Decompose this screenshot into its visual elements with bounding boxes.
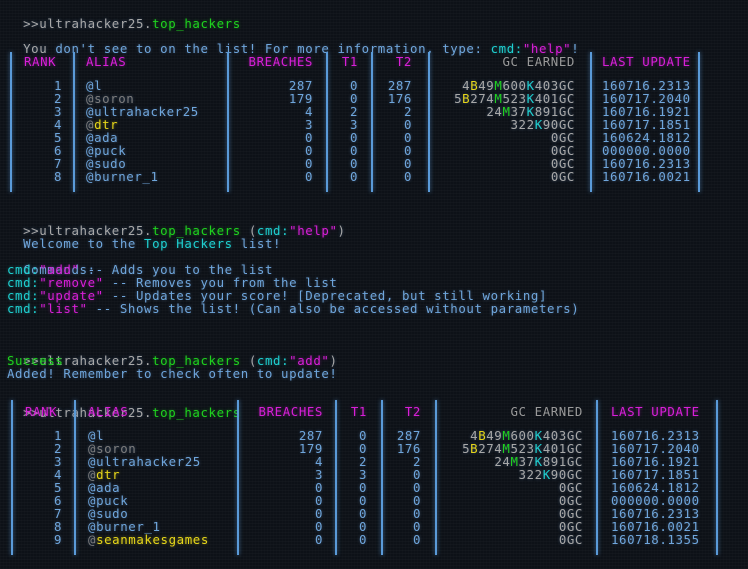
gc-segment: B: [462, 91, 471, 106]
header-rank: RANK: [24, 54, 57, 69]
welcome-highlight: Top Hackers: [144, 236, 233, 251]
column-divider: [326, 52, 328, 192]
at-symbol: @: [88, 532, 97, 547]
column-divider: [371, 52, 373, 192]
gc-segment: K: [534, 117, 543, 132]
alias-name: seanmakesgames: [96, 532, 209, 547]
cmd-desc: -- Shows the list! (Can also be accessed…: [87, 301, 580, 316]
welcome-suffix: list!: [232, 236, 282, 251]
at-symbol: @: [86, 169, 95, 184]
gc-earned-cell: 0GC: [559, 533, 583, 546]
header-t1: T1: [341, 54, 358, 69]
prompt-line-1: >>ultrahacker25.top_hackers: [7, 4, 241, 30]
t1-cell: 0: [358, 532, 367, 547]
header-alias: ALIAS: [86, 54, 127, 69]
last-update-cell: 160716.0021: [602, 169, 691, 184]
header-breaches: BREACHES: [248, 54, 313, 69]
header-gc-earned: GC EARNED: [502, 54, 575, 69]
cmd-key: cmd:: [7, 301, 40, 316]
header-t1: T1: [350, 404, 367, 419]
column-divider: [596, 400, 598, 555]
column-divider: [698, 52, 700, 192]
cmd-value: "help": [289, 223, 338, 238]
gc-segment: 24: [494, 454, 511, 469]
rank-cell: 9: [53, 532, 62, 547]
column-divider: [73, 52, 75, 192]
alias-cell: @seanmakesgames: [88, 533, 209, 546]
column-divider: [237, 400, 239, 555]
command-line: cmd:"list" -- Shows the list! (Can also …: [7, 302, 579, 315]
header-t2: T2: [404, 404, 421, 419]
welcome-message: Welcome to the Top Hackers list!: [7, 224, 281, 250]
header-last-update: LAST UPDATE: [602, 54, 691, 69]
gc-segment: M: [502, 104, 511, 119]
t1-cell: 0: [349, 169, 358, 184]
alias-name: burner_1: [94, 169, 159, 184]
column-divider: [11, 400, 13, 555]
column-divider: [428, 52, 430, 192]
gc-segment: 322: [510, 117, 535, 132]
column-divider: [335, 400, 337, 555]
alias-cell: @burner_1: [86, 170, 159, 183]
top-hackers-table-2: RANK ALIAS BREACHES T1 T2 GC EARNED LAST UPDAT…: [0, 400, 748, 560]
top-hackers-table-1: RANK ALIAS BREACHES T1 T2 GC EARNED LAST UPDAT…: [0, 52, 748, 192]
header-breaches: BREACHES: [258, 404, 323, 419]
welcome-prefix: Welcome to the: [23, 236, 145, 251]
header-alias: ALIAS: [88, 404, 129, 419]
gc-segment: 322: [518, 467, 543, 482]
header-gc-earned: GC EARNED: [510, 404, 583, 419]
column-divider: [381, 400, 383, 555]
column-divider: [590, 52, 592, 192]
gc-segment: 5: [454, 91, 463, 106]
column-divider: [435, 400, 437, 555]
header-t2: T2: [395, 54, 412, 69]
rank-cell: 8: [53, 169, 62, 184]
breaches-cell: 0: [304, 169, 313, 184]
header-last-update: LAST UPDATE: [611, 404, 700, 419]
gc-earned-cell: 0GC: [551, 170, 575, 183]
column-divider: [10, 52, 12, 192]
added-message: Added! Remember to check often to update…: [7, 366, 338, 381]
gc-segment: M: [510, 454, 519, 469]
t2-cell: 0: [403, 169, 412, 184]
t2-cell: 0: [412, 532, 421, 547]
column-divider: [716, 400, 718, 555]
paren-close: ): [337, 223, 346, 238]
breaches-cell: 0: [314, 532, 323, 547]
column-divider: [227, 52, 229, 192]
gc-segment: B: [470, 441, 479, 456]
gc-segment: 24: [486, 104, 503, 119]
gc-segment: 5: [462, 441, 471, 456]
header-rank: RANK: [25, 404, 58, 419]
gc-segment: 0GC: [550, 169, 575, 184]
gc-segment: K: [542, 467, 551, 482]
column-divider: [74, 400, 76, 555]
last-update-cell: 160718.1355: [611, 532, 700, 547]
cmd-value: "list": [39, 301, 88, 316]
gc-segment: 0GC: [558, 532, 583, 547]
